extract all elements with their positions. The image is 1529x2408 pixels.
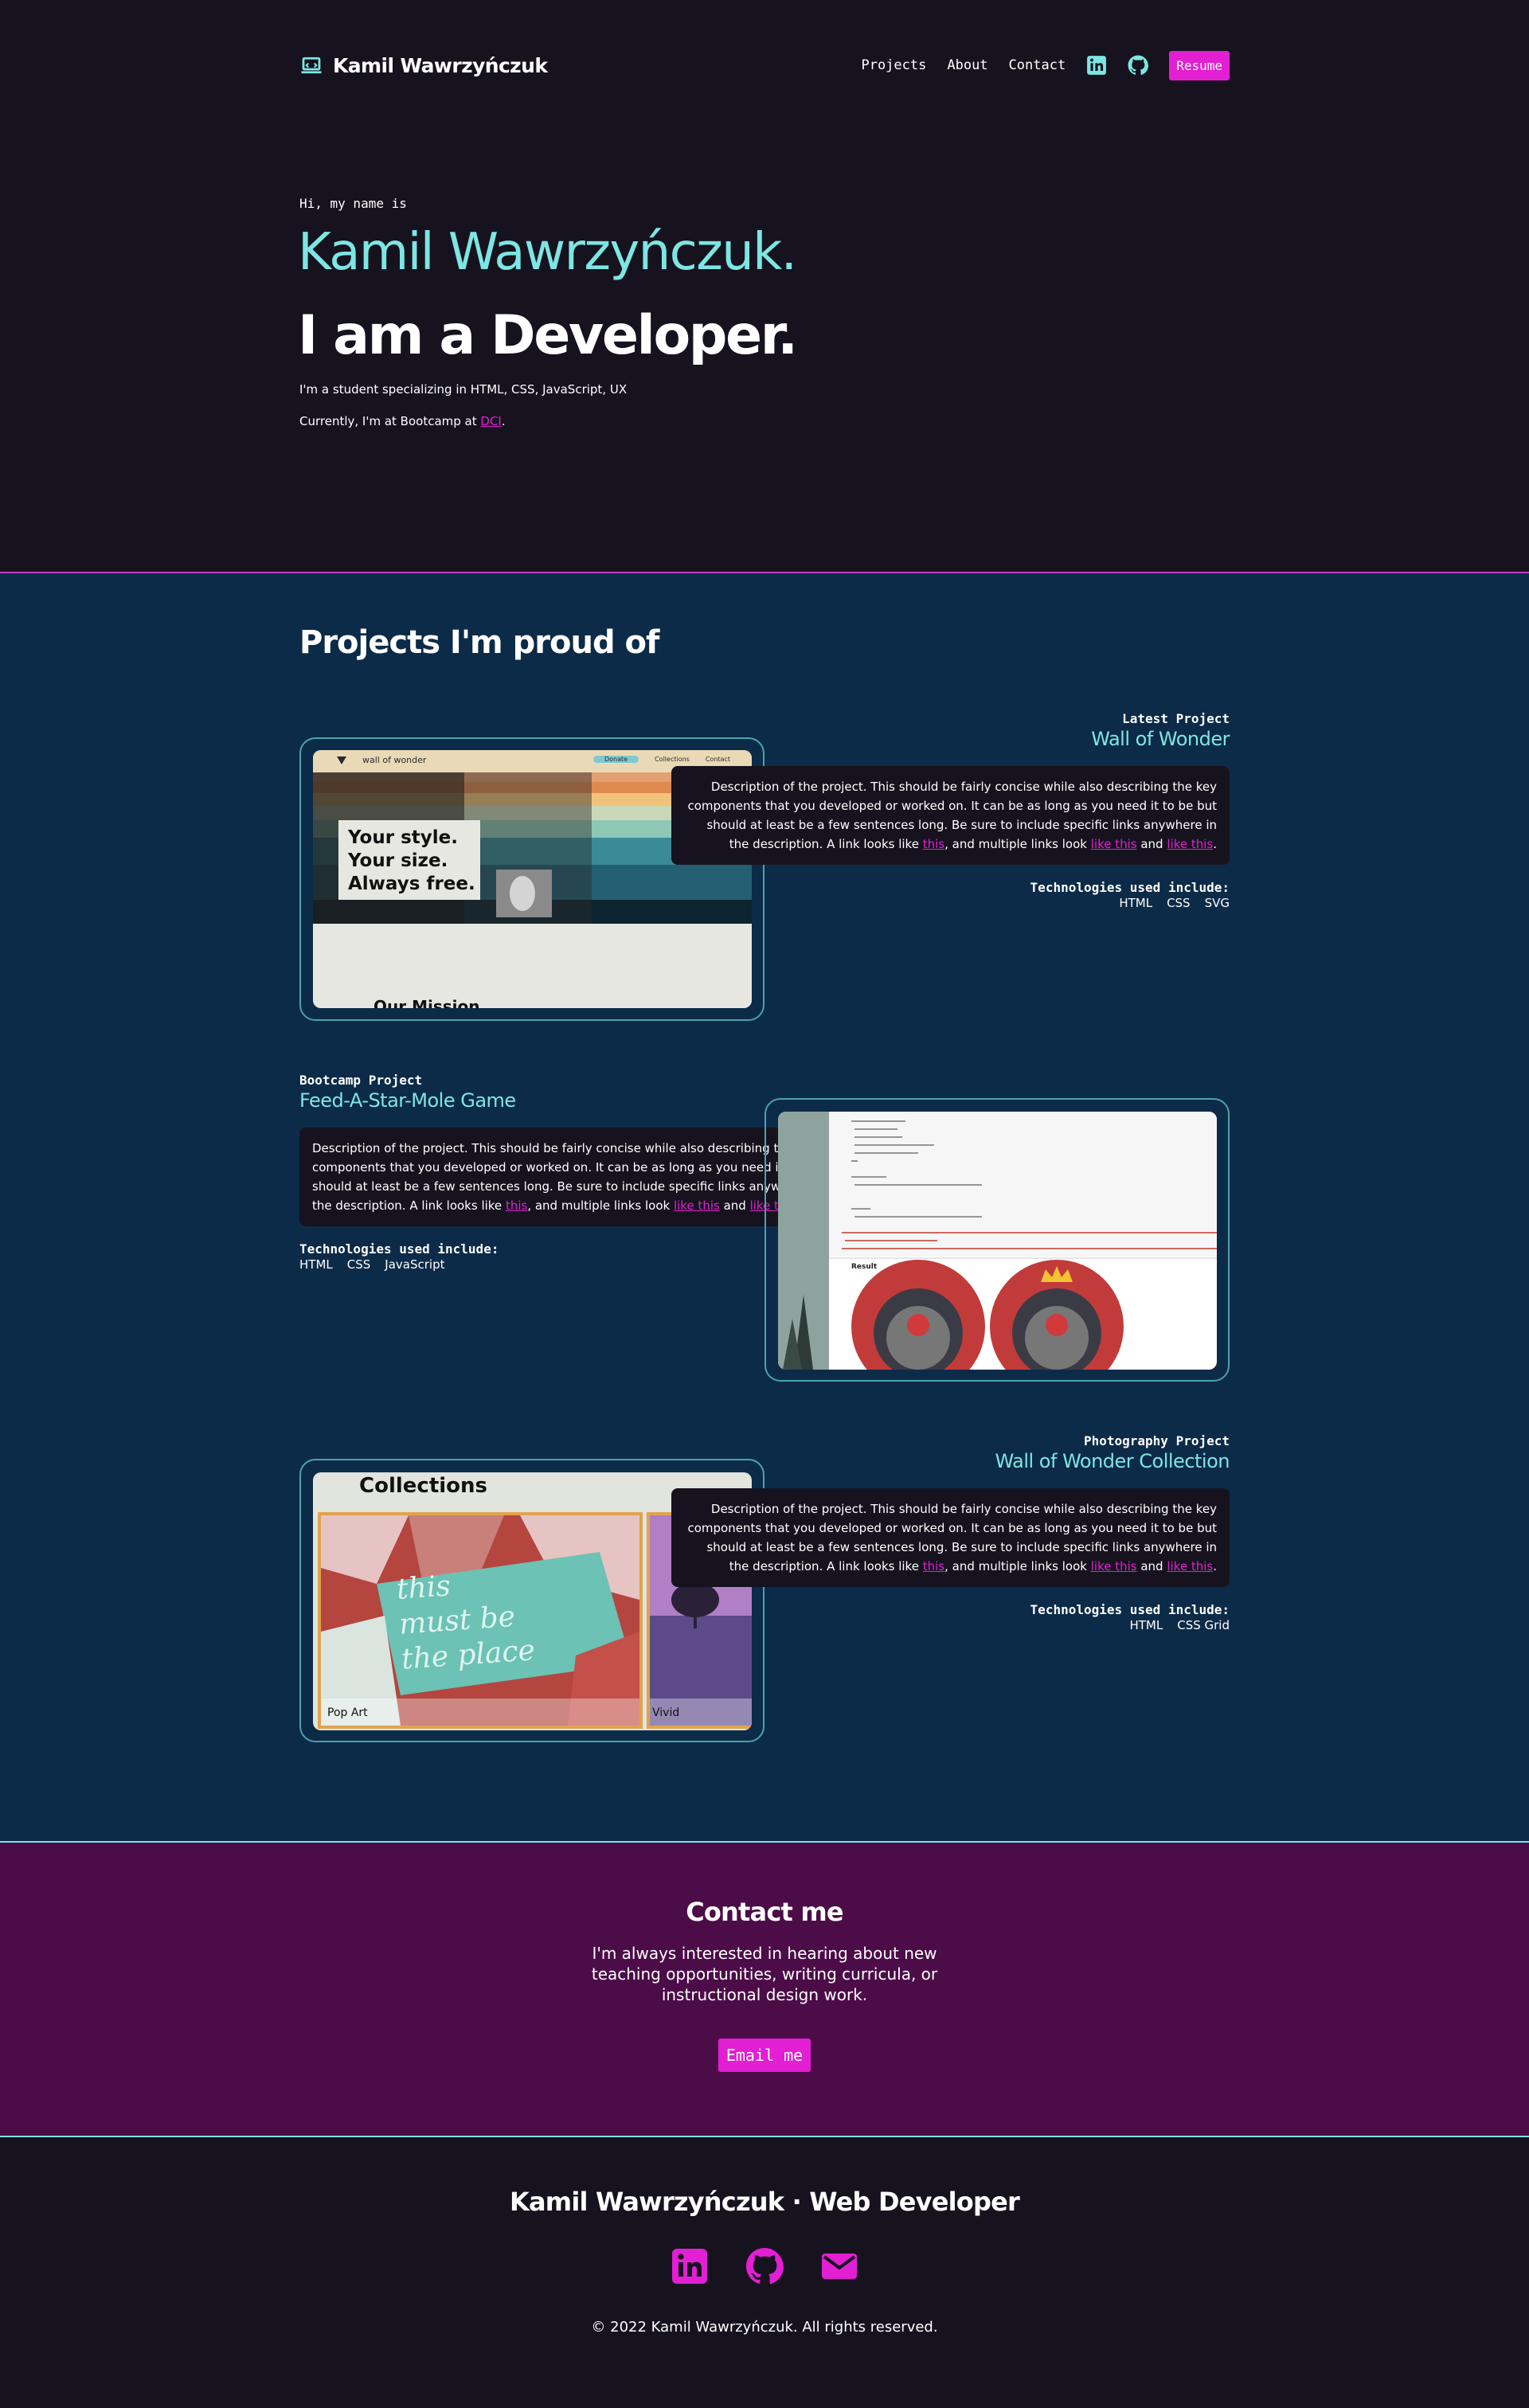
github-icon — [746, 2248, 784, 2285]
footer-github-link[interactable] — [745, 2247, 784, 2285]
hero-role: I am a Developer. — [298, 304, 798, 367]
shot-headline-3: Always free. — [348, 874, 475, 894]
shot-menu: Donate Collections Contact — [593, 756, 730, 763]
linkedin-link[interactable] — [1086, 55, 1107, 76]
project-2-tech-label: Technologies used include: — [299, 1241, 499, 1257]
contact-text: I'm always interested in hearing about n… — [591, 1944, 938, 2004]
desc-text-and: and — [1136, 837, 1167, 851]
tech-item: SVG — [1204, 896, 1230, 910]
project-3-tech-label: Technologies used include: — [1030, 1602, 1230, 1617]
desc-link-like-this-2[interactable]: like this — [1167, 1559, 1213, 1573]
hero-section — [0, 0, 1529, 572]
footer-social-links — [0, 2247, 1529, 2285]
github-link[interactable] — [1128, 55, 1149, 76]
footer-title: Kamil Wawrzyńczuk · Web Developer — [510, 2187, 1020, 2217]
desc-link-like-this-1[interactable]: like this — [1091, 1559, 1137, 1573]
project-1-label: Latest Project — [1122, 711, 1230, 726]
project-3-description: Description of the project. This should … — [671, 1488, 1230, 1587]
shot-menu-contact: Contact — [705, 756, 730, 763]
desc-text-middle: , and multiple links look — [944, 1559, 1091, 1573]
tech-item: JavaScript — [385, 1257, 445, 1272]
shot-result-label: Result — [851, 1263, 878, 1271]
hero-intro: Hi, my name is — [299, 196, 407, 211]
contact-title: Contact me — [686, 1897, 843, 1927]
desc-text-end: . — [1213, 1559, 1217, 1573]
nav-link-contact[interactable]: Contact — [1009, 57, 1066, 73]
project-2-tech-list: HTML CSS JavaScript — [299, 1257, 444, 1272]
footer-linkedin-link[interactable] — [671, 2247, 709, 2285]
top-nav: Kamil Wawrzyńczuk Projects About Contact… — [299, 46, 1230, 84]
tech-item: HTML — [1129, 1618, 1163, 1632]
shot-neon-text: this must be the place — [396, 1563, 537, 1677]
desc-link-like-this-1[interactable]: like this — [1091, 837, 1137, 851]
resume-button[interactable]: Resume — [1169, 50, 1230, 80]
hero-description: I'm a student specializing in HTML, CSS,… — [299, 382, 628, 397]
project-1-tech-list: HTML CSS SVG — [1119, 896, 1230, 910]
tech-item: CSS Grid — [1177, 1618, 1230, 1632]
shot-card-pop-art: Pop Art — [327, 1706, 368, 1719]
desc-text-end: . — [1213, 837, 1217, 851]
project-3-label: Photography Project — [1083, 1433, 1230, 1448]
tech-item: HTML — [1119, 896, 1153, 910]
projects-title: Projects I'm proud of — [299, 624, 659, 661]
tech-item: HTML — [299, 1257, 333, 1272]
project-2-screenshot[interactable]: Result — [778, 1112, 1217, 1370]
tech-item: CSS — [1167, 896, 1191, 910]
email-me-button[interactable]: Email me — [718, 2039, 811, 2072]
project-2-title: Feed-A-Star-Mole Game — [299, 1089, 516, 1112]
project-3-title: Wall of Wonder Collection — [995, 1450, 1230, 1472]
nav-links: Projects About Contact Resume — [861, 50, 1230, 80]
shot-card-vivid: Vivid — [652, 1706, 680, 1719]
github-icon — [1128, 55, 1149, 76]
desc-link-this[interactable]: this — [923, 1559, 944, 1573]
hero-name: Kamil Wawrzyńczuk. — [298, 223, 797, 282]
shot-section-title: Our Mission — [373, 997, 480, 1008]
linkedin-icon — [1087, 56, 1107, 75]
shot-headline: Your style. Your size. Always free. — [348, 827, 475, 896]
project-1-tech-label: Technologies used include: — [1030, 880, 1230, 895]
nav-link-about[interactable]: About — [947, 57, 987, 73]
desc-text-middle: , and multiple links look — [944, 837, 1091, 851]
shot-brand: wall of wonder — [362, 755, 427, 765]
copyright: © 2022 Kamil Wawrzyńczuk. All rights res… — [591, 2319, 938, 2336]
desc-link-this[interactable]: this — [506, 1198, 527, 1213]
nav-link-projects[interactable]: Projects — [861, 57, 926, 73]
tech-item: CSS — [346, 1257, 371, 1272]
logo-text: Kamil Wawrzyńczuk — [333, 53, 548, 77]
desc-text-and: and — [1136, 1559, 1167, 1573]
laptop-icon — [301, 57, 322, 74]
project-2-label: Bootcamp Project — [299, 1073, 423, 1088]
shot-headline-2: Your size. — [348, 850, 448, 871]
desc-link-this[interactable]: this — [923, 837, 944, 851]
mole-game-screenshot — [778, 1112, 1217, 1370]
dci-link[interactable]: DCI — [480, 414, 501, 428]
mail-icon — [822, 2254, 857, 2279]
project-1-title: Wall of Wonder — [1091, 728, 1230, 750]
shot-collections-heading: Collections — [359, 1474, 488, 1498]
desc-text-and: and — [719, 1198, 750, 1213]
desc-link-like-this-1[interactable]: like this — [674, 1198, 720, 1213]
logo[interactable]: Kamil Wawrzyńczuk — [299, 53, 548, 77]
shot-menu-collections: Collections — [655, 756, 690, 763]
footer-mail-link[interactable] — [820, 2247, 858, 2285]
desc-text-middle: , and multiple links look — [527, 1198, 674, 1213]
hero-current: Currently, I'm at Bootcamp at DCI. — [299, 414, 506, 428]
desc-link-like-this-2[interactable]: like this — [1167, 837, 1213, 851]
shot-menu-donate: Donate — [593, 756, 639, 763]
hero-current-prefix: Currently, I'm at Bootcamp at — [299, 414, 481, 428]
shot-headline-1: Your style. — [348, 827, 458, 848]
hero-current-suffix: . — [501, 414, 506, 428]
linkedin-icon — [672, 2249, 707, 2284]
project-3-tech-list: HTML CSS Grid — [1129, 1618, 1230, 1632]
project-1-description: Description of the project. This should … — [671, 766, 1230, 865]
